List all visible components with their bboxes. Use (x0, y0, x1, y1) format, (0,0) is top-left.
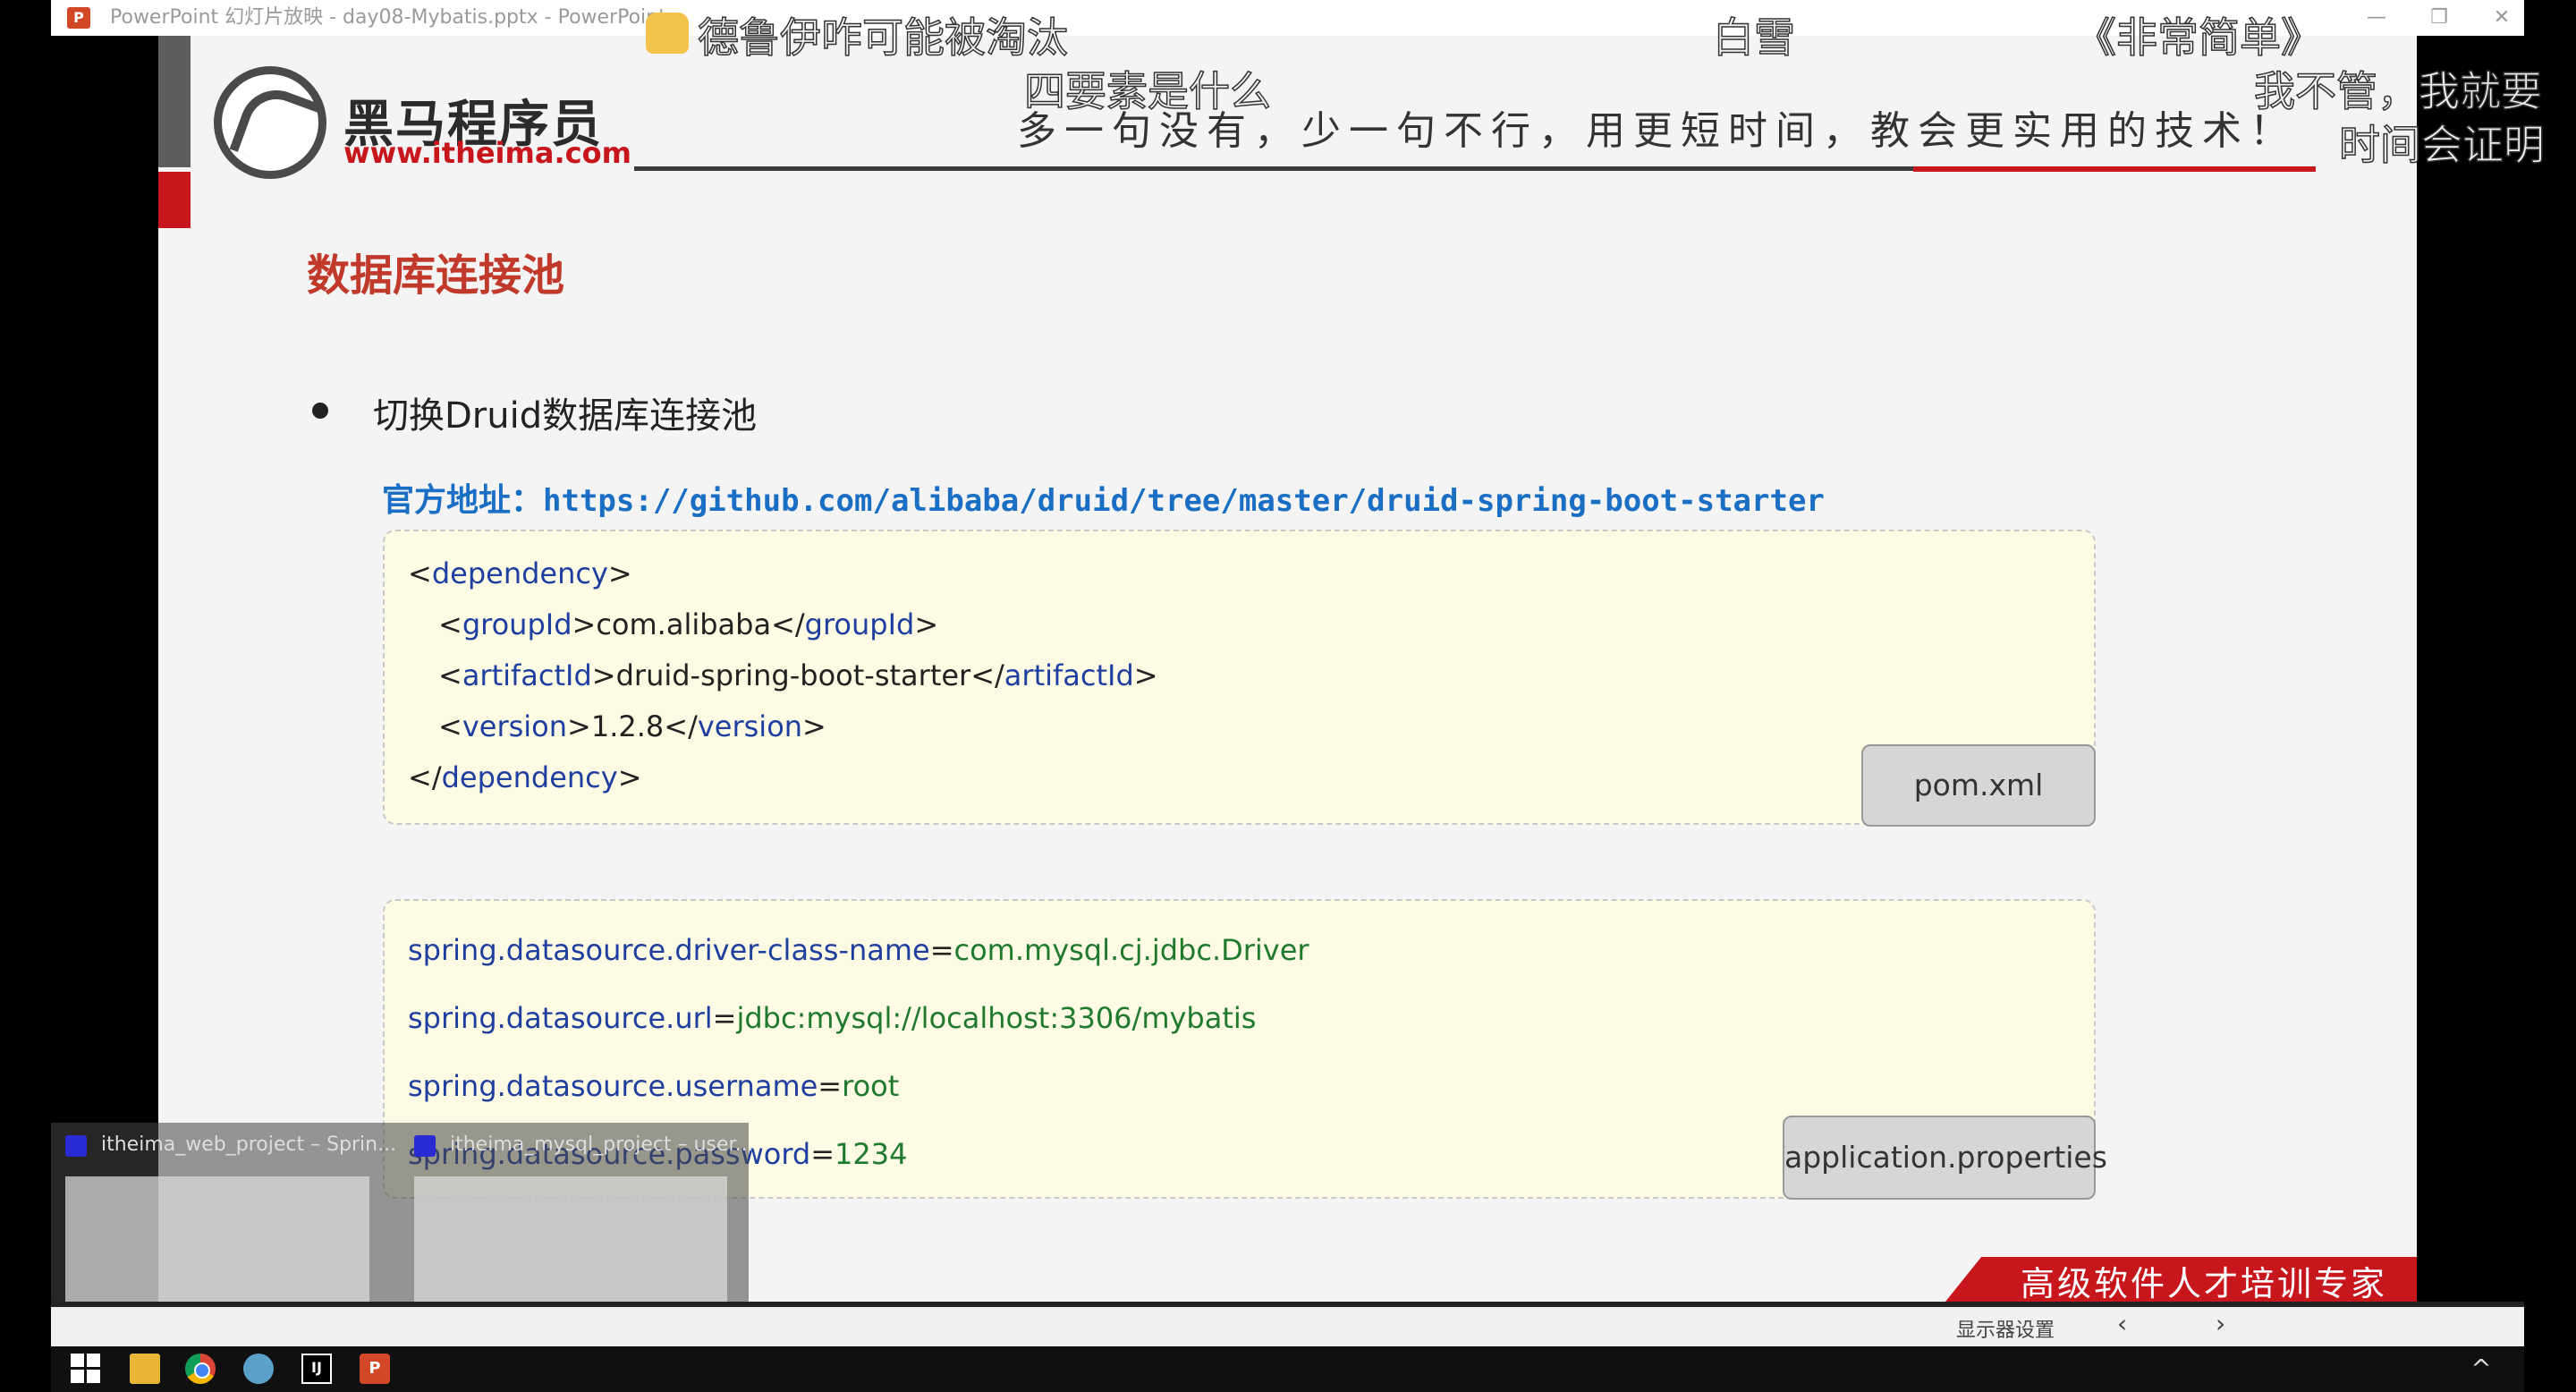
file-explorer-icon[interactable] (130, 1354, 160, 1384)
pom-file-badge: pom.xml (1861, 744, 2096, 827)
powerpoint-icon: P (67, 7, 90, 29)
intellij-taskbar-icon[interactable]: IJ (301, 1354, 332, 1384)
minimize-button[interactable]: — (2341, 0, 2412, 36)
horse-logo-icon (214, 66, 326, 179)
intellij-icon (65, 1135, 87, 1157)
chevron-up-icon[interactable]: ^ (2466, 1354, 2496, 1384)
code-line: <artifactId>druid-spring-boot-starter</a… (438, 658, 1158, 692)
windows-start-icon[interactable] (71, 1354, 101, 1384)
chrome-icon[interactable] (185, 1354, 216, 1384)
left-accent-bar (158, 36, 191, 167)
danmaku-comment: 白雪 (1712, 13, 1796, 63)
code-line: </dependency> (408, 760, 642, 794)
app-icon[interactable] (243, 1354, 274, 1384)
window-title: PowerPoint 幻灯片放映 - day08-Mybatis.pptx - … (110, 6, 666, 29)
code-line: spring.datasource.url=jdbc:mysql://local… (408, 1001, 1257, 1035)
display-settings-button[interactable]: 显示器设置 (1956, 1314, 2055, 1343)
intellij-icon (414, 1135, 436, 1157)
code-line: <groupId>com.alibaba</groupId> (438, 607, 939, 641)
close-button[interactable]: ✕ (2466, 0, 2538, 36)
thumbs-up-icon (646, 13, 689, 54)
danmaku-comment: 德鲁伊咋可能被淘汰 (697, 13, 1069, 63)
bullet-text: 切换Druid数据库连接池 (373, 395, 758, 437)
official-url: 官方地址：https://github.com/alibaba/druid/tr… (382, 474, 1825, 521)
url-link[interactable]: https://github.com/alibaba/druid/tree/ma… (543, 483, 1825, 519)
danmaku-comment: 我不管，我就要 (2253, 66, 2543, 116)
header-divider-accent (1913, 166, 2316, 172)
restore-button[interactable]: ❐ (2403, 0, 2475, 36)
corner-banner-text: 高级软件人才培训专家 (2021, 1264, 2388, 1302)
slide-title: 数据库连接池 (307, 250, 565, 301)
code-line: spring.datasource.username=root (408, 1069, 900, 1103)
presenter-toolbar: 显示器设置 ‹ › (51, 1302, 2524, 1352)
pom-code-box: <dependency> <groupId>com.alibaba</group… (383, 530, 2096, 825)
prev-slide-button[interactable]: ‹ (2117, 1309, 2127, 1338)
thumbnail-title: itheima_mysql_project – user... (450, 1133, 754, 1156)
bullet-dot (312, 403, 328, 419)
powerpoint-taskbar-icon[interactable]: P (360, 1354, 390, 1384)
danmaku-comment: 《非常简单》 (2074, 13, 2323, 63)
left-red-accent (158, 172, 191, 228)
properties-file-badge: application.properties (1783, 1116, 2107, 1200)
code-line: <dependency> (408, 556, 632, 590)
danmaku-comment: 四要素是什么 (1023, 66, 1272, 116)
thumbnail-title: itheima_web_project – Sprin... (101, 1133, 397, 1156)
code-line: <version>1.2.8</version> (438, 709, 826, 743)
danmaku-comment: 时间会证明 (2338, 120, 2546, 170)
slide: 黑马程序员 www.itheima.com 多一句没有，少一句不行，用更短时间，… (158, 36, 2417, 1302)
code-line: spring.datasource.driver-class-name=com.… (408, 933, 1309, 967)
next-slide-button[interactable]: › (2216, 1309, 2225, 1338)
taskbar: IJ P ^ (51, 1346, 2524, 1392)
logo-url: www.itheima.com (343, 136, 631, 170)
url-label: 官方地址： (382, 482, 544, 519)
